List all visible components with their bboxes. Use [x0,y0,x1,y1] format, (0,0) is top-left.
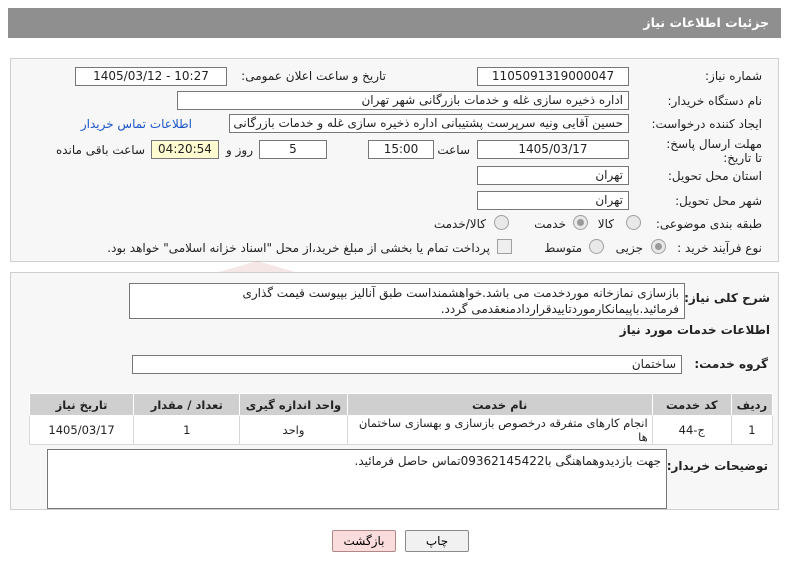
purchase-medium-label: متوسط [544,241,582,255]
days-label: روز و [226,143,253,157]
purchase-minor-radio[interactable] [651,239,666,254]
remaining-time-label: ساعت باقی مانده [55,143,145,157]
window-title: جزئیات اطلاعات نیاز [8,8,781,38]
category-service-label: خدمت [534,217,566,231]
col-service-code: کد خدمت [651,393,732,416]
need-number-label: شماره نیاز: [705,69,762,83]
services-section-title: اطلاعات خدمات مورد نیاز [619,323,770,337]
treasury-payment-checkbox[interactable] [497,239,512,254]
announce-datetime-label: تاریخ و ساعت اعلان عمومی: [241,69,386,83]
back-button[interactable]: بازگشت [332,530,396,552]
deadline-date-field: 1405/03/17 [477,140,629,159]
need-number-field: 1105091319000047 [477,67,629,86]
creator-field: حسین آقایی ونیه سرپرست پشتیبانی اداره ذخ… [229,114,629,133]
remaining-time-field: 04:20:54 [151,140,219,159]
description-panel: شرح کلی نیاز: بازسازی نمازخانه موردخدمت … [10,272,779,510]
cell-service-name: انجام کارهای متفرقه درخصوص بازسازی و بهس… [346,415,653,445]
service-group-field: ساختمان [132,355,682,374]
city-field: تهران [477,191,629,210]
cell-unit: واحد [239,415,348,445]
col-need-date: تاریخ نیاز [28,393,135,416]
deadline-label: مهلت ارسال پاسخ: تا تاریخ: [666,137,762,165]
cell-quantity: 1 [133,415,241,445]
category-goods-service-label: کالا/خدمت [433,217,486,231]
col-unit: واحد اندازه گیری [239,393,348,416]
deadline-time-field: 15:00 [368,140,434,159]
buyer-notes-label: توضیحات خریدار: [666,459,768,473]
buyer-org-field: اداره ذخیره سازی غله و خدمات بازرگانی شه… [177,91,629,110]
city-label: شهر محل تحویل: [675,194,762,208]
service-group-label: گروه خدمت: [694,357,768,371]
print-button[interactable]: چاپ [405,530,469,552]
need-details-panel: شماره نیاز: 1105091319000047 تاریخ و ساع… [10,58,779,262]
cell-need-date: 1405/03/17 [28,415,135,445]
col-row-number: ردیف [730,393,774,416]
announce-datetime-field: 1405/03/12 - 10:27 [75,67,227,86]
table-row: 1 ج-44 انجام کارهای متفرقه درخصوص بازساز… [28,415,774,445]
description-textarea: بازسازی نمازخانه موردخدمت می باشد.خواهشم… [129,283,685,319]
purchase-type-label: نوع فرآیند خرید : [677,241,762,255]
province-field: تهران [477,166,629,185]
buyer-notes-textarea: جهت بازدیدوهماهنگی با09362145422تماس حاص… [47,449,667,509]
category-goods-service-radio[interactable] [494,215,509,230]
category-label: طبقه بندی موضوعی: [655,217,762,231]
buyer-contact-link[interactable]: اطلاعات تماس خریدار [81,117,192,131]
col-service-name: نام خدمت [346,393,653,416]
buyer-org-label: نام دستگاه خریدار: [667,94,763,108]
cell-row-number: 1 [730,415,774,445]
deadline-time-label: ساعت [437,143,470,157]
category-service-radio[interactable] [573,215,588,230]
category-goods-radio[interactable] [626,215,641,230]
services-table: ردیف کد خدمت نام خدمت واحد اندازه گیری ت… [28,393,774,445]
purchase-minor-label: جزیی [615,241,643,255]
cell-service-code: ج-44 [651,415,732,445]
col-quantity: تعداد / مقدار [133,393,241,416]
services-table-header: ردیف کد خدمت نام خدمت واحد اندازه گیری ت… [28,393,774,416]
creator-label: ایجاد کننده درخواست: [651,117,762,131]
purchase-medium-radio[interactable] [589,239,604,254]
description-label: شرح کلی نیاز: [684,291,770,305]
days-remaining-field: 5 [259,140,327,159]
province-label: استان محل تحویل: [667,169,762,183]
category-goods-label: کالا [597,217,614,231]
treasury-payment-note: پرداخت تمام یا بخشی از مبلغ خرید،از محل … [107,241,490,255]
